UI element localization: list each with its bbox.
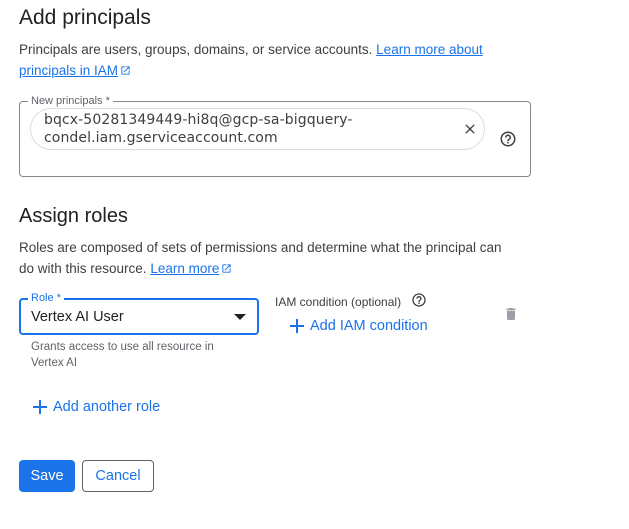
- iam-condition-label: IAM condition (optional): [275, 295, 402, 309]
- role-label: Role *: [28, 292, 64, 304]
- plus-icon: [290, 319, 304, 333]
- roles-description-line2: do with this resource.: [19, 261, 151, 276]
- dropdown-caret-icon: [234, 314, 246, 320]
- add-another-role-button[interactable]: Add another role: [33, 399, 160, 415]
- new-principals-label: New principals *: [28, 95, 113, 107]
- external-link-icon: [222, 264, 231, 273]
- principals-description-text: Principals are users, groups, domains, o…: [19, 42, 377, 57]
- learn-more-principals-link-text-2: principals in IAM: [19, 63, 119, 78]
- principals-description: Principals are users, groups, domains, o…: [19, 39, 519, 81]
- assign-roles-heading: Assign roles: [19, 205, 128, 227]
- trash-icon[interactable]: [503, 305, 519, 323]
- principal-chip[interactable]: bqcx-50281349449-hi8q@gcp-sa-bigquery-co…: [30, 108, 485, 150]
- role-select-value: Vertex AI User: [31, 309, 124, 325]
- roles-description: Roles are composed of sets of permission…: [19, 237, 559, 279]
- add-principals-heading: Add principals: [19, 6, 151, 29]
- cancel-button[interactable]: Cancel: [82, 460, 154, 492]
- help-icon[interactable]: [411, 292, 427, 308]
- learn-more-roles-link[interactable]: Learn more: [150, 261, 232, 276]
- add-another-role-label: Add another role: [53, 399, 161, 415]
- save-button[interactable]: Save: [19, 460, 75, 492]
- external-link-icon: [121, 66, 130, 75]
- learn-more-roles-link-text: Learn more: [150, 261, 220, 276]
- principal-chip-value: bqcx-50281349449-hi8q@gcp-sa-bigquery-co…: [44, 112, 353, 146]
- add-iam-condition-button[interactable]: Add IAM condition: [290, 318, 428, 334]
- role-hint: Grants access to use all resource in Ver…: [31, 341, 214, 369]
- learn-more-principals-link-text: Learn more about: [376, 42, 483, 57]
- plus-icon: [33, 400, 47, 414]
- help-icon[interactable]: [499, 130, 517, 148]
- close-icon[interactable]: [462, 121, 478, 137]
- roles-description-line1: Roles are composed of sets of permission…: [19, 240, 502, 255]
- add-iam-condition-label: Add IAM condition: [310, 318, 428, 334]
